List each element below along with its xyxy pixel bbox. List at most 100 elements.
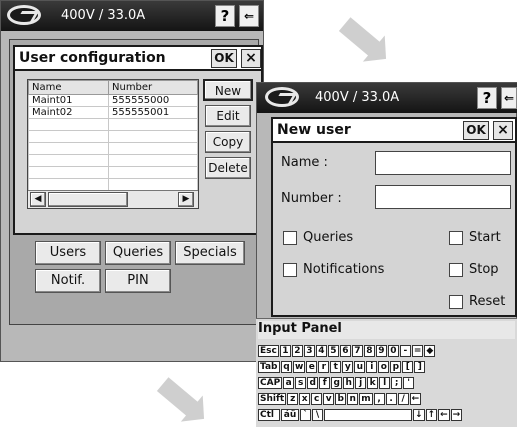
- key-minus[interactable]: -: [399, 345, 411, 357]
- key-g[interactable]: g: [331, 377, 343, 389]
- key-semicolon[interactable]: ;: [391, 377, 403, 389]
- stop-checkbox[interactable]: [449, 263, 463, 277]
- table-row: [28, 178, 198, 191]
- cell-name: Maint01: [28, 94, 109, 107]
- key-7[interactable]: 7: [351, 345, 363, 357]
- key-backtick[interactable]: `: [300, 409, 311, 421]
- key-quote[interactable]: ': [403, 377, 415, 389]
- key-1[interactable]: 1: [279, 345, 291, 357]
- key-w[interactable]: w: [293, 361, 306, 373]
- queries-checkbox[interactable]: [283, 231, 297, 245]
- key-i[interactable]: i: [366, 361, 378, 373]
- key-equals[interactable]: =: [411, 345, 424, 357]
- key-ctl[interactable]: Ctl: [258, 409, 280, 421]
- cell-name: Maint02: [28, 106, 109, 119]
- help-button[interactable]: ?: [215, 5, 235, 27]
- number-field[interactable]: [375, 185, 511, 209]
- key-q[interactable]: q: [281, 361, 292, 373]
- pin-tab-button[interactable]: PIN: [105, 269, 171, 293]
- key-y[interactable]: y: [342, 361, 354, 373]
- start-checkbox[interactable]: [449, 231, 463, 245]
- reset-checkbox[interactable]: [449, 295, 463, 309]
- ok-button[interactable]: OK: [211, 49, 237, 68]
- notifications-checkbox[interactable]: [283, 263, 297, 277]
- key-o[interactable]: o: [378, 361, 390, 373]
- new-button[interactable]: New: [203, 79, 253, 101]
- delete-button[interactable]: Delete: [205, 157, 251, 179]
- key-d[interactable]: d: [307, 377, 319, 389]
- key-period[interactable]: .: [385, 393, 397, 405]
- users-tab-button[interactable]: Users: [35, 241, 101, 265]
- key-esc[interactable]: Esc: [258, 345, 279, 357]
- key-s[interactable]: s: [295, 377, 307, 389]
- key-intl[interactable]: áü: [281, 409, 299, 421]
- scroll-left-button[interactable]: ◀: [30, 192, 46, 207]
- key-z[interactable]: z: [287, 393, 299, 405]
- key-t[interactable]: t: [330, 361, 342, 373]
- key-right-arrow[interactable]: →: [450, 409, 463, 421]
- key-down-arrow[interactable]: ↓: [413, 409, 425, 421]
- arrow-down-right-top: [338, 17, 382, 57]
- back-arrow-icon[interactable]: ⇐: [501, 87, 517, 109]
- key-tab[interactable]: Tab: [258, 361, 280, 373]
- column-header-name[interactable]: Name: [28, 80, 109, 95]
- table-row[interactable]: Maint01 555555000: [28, 94, 198, 107]
- key-e[interactable]: e: [306, 361, 318, 373]
- key-left-bracket[interactable]: [: [402, 361, 414, 373]
- key-backslash[interactable]: \: [312, 409, 323, 421]
- key-left-arrow[interactable]: ←: [438, 409, 450, 421]
- key-up-arrow[interactable]: ↑: [425, 409, 438, 421]
- help-button-2[interactable]: ?: [477, 87, 497, 109]
- name-field[interactable]: [375, 151, 511, 175]
- edit-button[interactable]: Edit: [205, 105, 251, 127]
- table-row[interactable]: Maint02 555555001: [28, 106, 198, 119]
- key-0[interactable]: 0: [387, 345, 399, 357]
- users-table[interactable]: Name Number Maint01 555555000 Maint02 55…: [27, 79, 199, 209]
- key-r[interactable]: r: [318, 361, 330, 373]
- back-arrow-icon[interactable]: ⇐: [239, 5, 259, 27]
- key-shift[interactable]: Shift: [258, 393, 287, 405]
- key-n[interactable]: n: [347, 393, 359, 405]
- key-f[interactable]: f: [319, 377, 331, 389]
- stop-label: Stop: [469, 262, 499, 277]
- key-9[interactable]: 9: [375, 345, 387, 357]
- key-slash[interactable]: /: [397, 393, 409, 405]
- key-x[interactable]: x: [299, 393, 311, 405]
- key-2[interactable]: 2: [291, 345, 303, 357]
- key-comma[interactable]: ,: [373, 393, 385, 405]
- copy-button[interactable]: Copy: [205, 131, 251, 153]
- queries-tab-button[interactable]: Queries: [105, 241, 171, 265]
- close-button[interactable]: ×: [241, 49, 261, 68]
- key-l[interactable]: l: [379, 377, 391, 389]
- key-caps[interactable]: CAP: [258, 377, 283, 389]
- scroll-thumb[interactable]: [48, 192, 128, 207]
- key-4[interactable]: 4: [315, 345, 327, 357]
- key-k[interactable]: k: [367, 377, 379, 389]
- key-right-bracket[interactable]: ]: [414, 361, 426, 373]
- key-enter[interactable]: ←: [409, 393, 422, 405]
- scroll-right-button[interactable]: ▶: [178, 192, 194, 207]
- key-3[interactable]: 3: [303, 345, 315, 357]
- key-6[interactable]: 6: [339, 345, 351, 357]
- key-b[interactable]: b: [335, 393, 347, 405]
- notif-tab-button[interactable]: Notif.: [35, 269, 101, 293]
- key-c[interactable]: c: [311, 393, 323, 405]
- key-j[interactable]: j: [355, 377, 367, 389]
- ok-button-2[interactable]: OK: [463, 121, 489, 140]
- key-a[interactable]: a: [283, 377, 295, 389]
- key-h[interactable]: h: [343, 377, 355, 389]
- key-5[interactable]: 5: [327, 345, 339, 357]
- specials-tab-button[interactable]: Specials: [175, 241, 245, 265]
- key-p[interactable]: p: [390, 361, 402, 373]
- close-button-2[interactable]: ×: [493, 121, 513, 140]
- column-header-number[interactable]: Number: [108, 80, 198, 95]
- key-u[interactable]: u: [354, 361, 366, 373]
- key-space[interactable]: [324, 409, 412, 421]
- key-8[interactable]: 8: [363, 345, 375, 357]
- key-v[interactable]: v: [323, 393, 335, 405]
- horizontal-scrollbar[interactable]: ◀ ▶: [28, 190, 198, 208]
- name-label: Name :: [281, 155, 328, 170]
- start-label: Start: [469, 230, 501, 245]
- key-backspace[interactable]: ◆: [424, 345, 436, 357]
- key-m[interactable]: m: [359, 393, 373, 405]
